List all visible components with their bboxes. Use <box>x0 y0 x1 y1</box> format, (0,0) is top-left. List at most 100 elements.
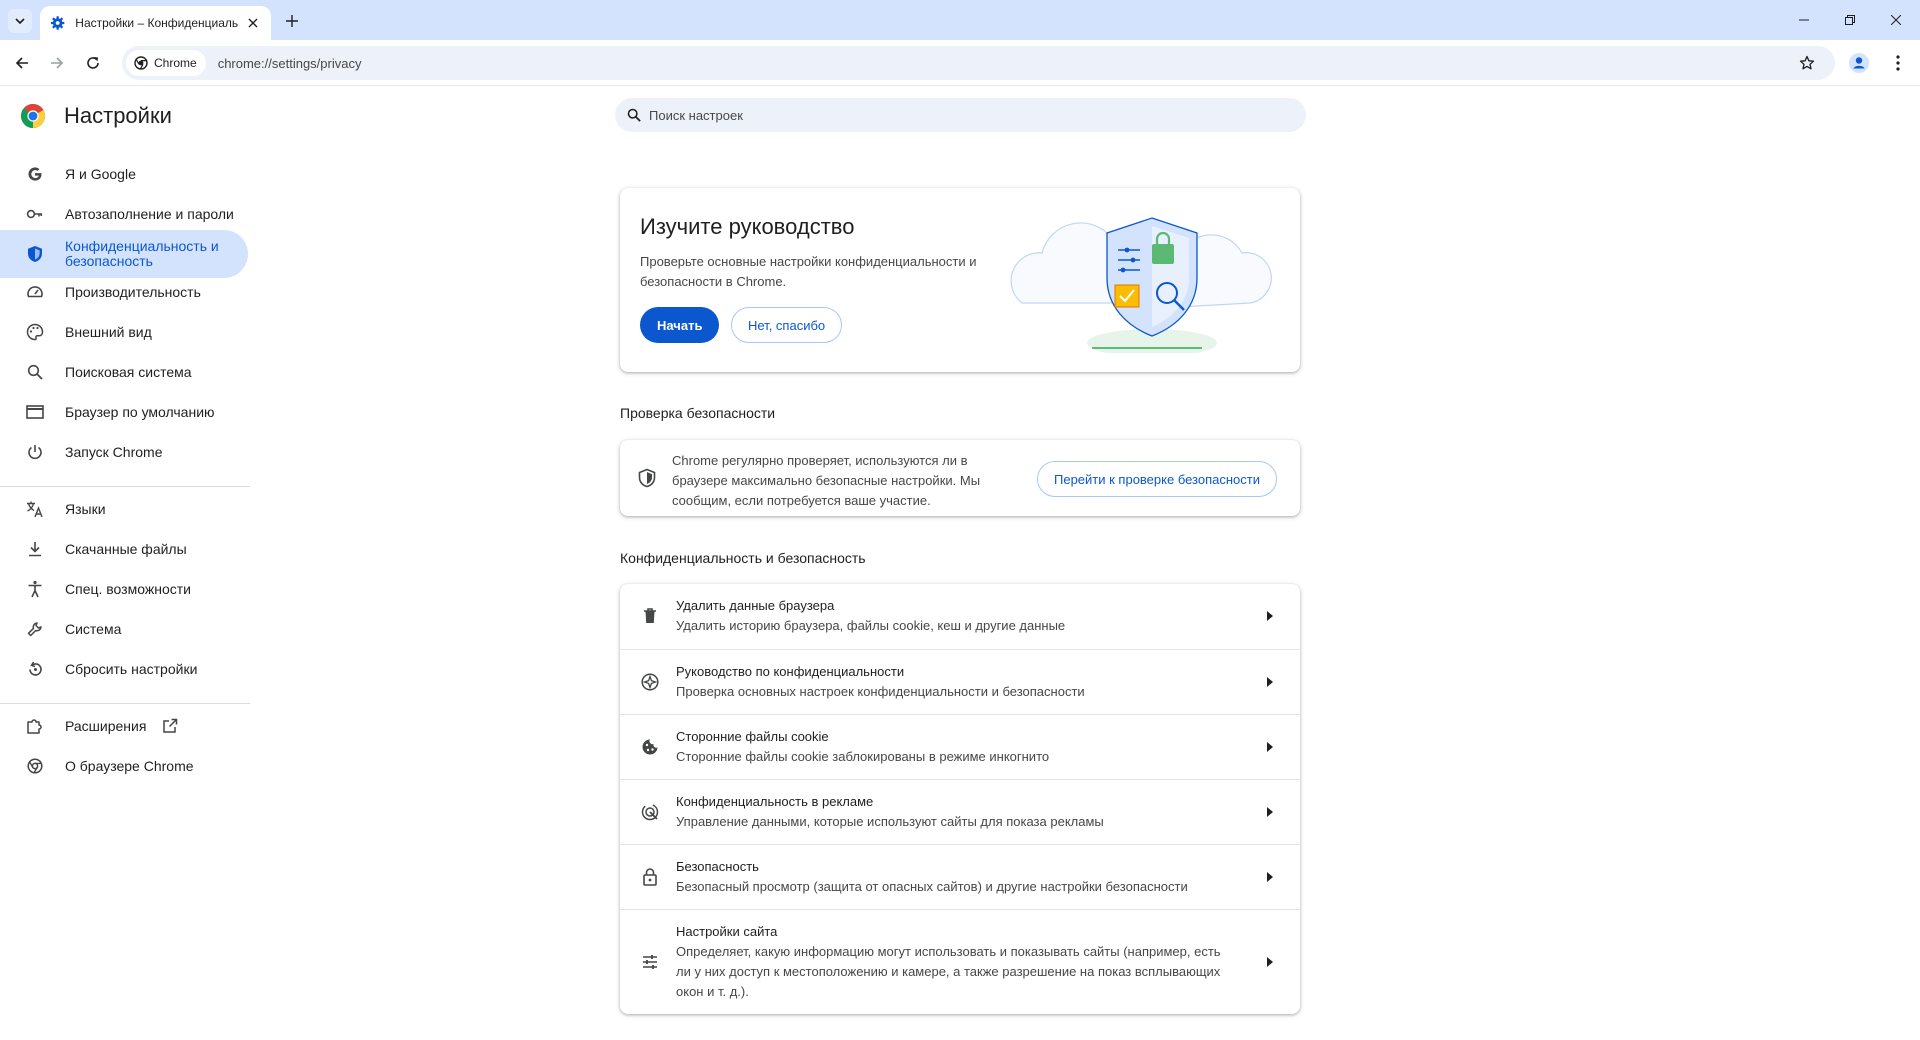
list-item-security[interactable]: Безопасность Безопасный просмотр (защита… <box>620 844 1300 909</box>
settings-gear-icon <box>50 16 65 30</box>
wrench-icon <box>26 620 44 638</box>
reload-button[interactable] <box>81 51 105 75</box>
list-item-ad-privacy[interactable]: Конфиденциальность в рекламе Управление … <box>620 779 1300 844</box>
site-info-chip[interactable]: Chrome <box>126 50 206 76</box>
privacy-guide-promo-card: Изучите руководство Проверьте основные н… <box>620 188 1300 372</box>
settings-search[interactable] <box>615 98 1306 132</box>
forward-button[interactable] <box>45 51 69 75</box>
close-window-button[interactable] <box>1873 0 1919 40</box>
list-item-third-party-cookies[interactable]: Сторонние файлы cookie Сторонние файлы c… <box>620 714 1300 779</box>
accessibility-icon <box>26 580 44 598</box>
profile-button[interactable] <box>1847 51 1871 75</box>
more-vert-icon <box>1896 55 1900 71</box>
lock-icon <box>640 867 660 887</box>
title-bar: Настройки – Конфиденциальность и безопас… <box>0 0 1920 40</box>
tab-title: Настройки – Конфиденциальность и безопас… <box>75 16 238 30</box>
trash-icon <box>640 606 660 626</box>
shield-icon <box>26 245 44 263</box>
compass-icon <box>640 672 660 692</box>
power-icon <box>26 443 44 461</box>
bookmark-button[interactable] <box>1795 51 1819 75</box>
list-item-site-settings[interactable]: Настройки сайта Определяет, какую информ… <box>620 909 1300 1014</box>
new-tab-button[interactable] <box>280 9 304 33</box>
palette-icon <box>26 323 44 341</box>
browser-window-icon <box>26 403 44 421</box>
menu-button[interactable] <box>1886 51 1910 75</box>
download-icon <box>26 540 44 558</box>
nav-item-on-startup[interactable]: Запуск Chrome <box>0 428 248 476</box>
back-arrow-icon <box>15 57 28 69</box>
arrow-right-icon <box>1262 869 1278 885</box>
row-title: Сторонние файлы cookie <box>676 729 829 744</box>
close-window-icon <box>1891 15 1901 25</box>
minimize-button[interactable] <box>1781 0 1827 40</box>
settings-title: Настройки <box>64 103 172 128</box>
row-subtitle: Удалить историю браузера, файлы cookie, … <box>676 618 1066 633</box>
privacy-security-heading: Конфиденциальность и безопасность <box>620 550 866 566</box>
no-thanks-button[interactable]: Нет, спасибо <box>731 307 843 343</box>
list-item-clear-browsing-data[interactable]: Удалить данные браузера Удалить историю … <box>620 584 1300 649</box>
address-bar[interactable]: Chrome chrome://settings/privacy <box>122 46 1835 80</box>
star-icon <box>1799 55 1815 70</box>
translate-icon <box>26 500 44 518</box>
row-title: Безопасность <box>676 859 759 874</box>
restore-icon <box>1845 15 1855 25</box>
profile-icon <box>1849 53 1869 73</box>
arrow-right-icon <box>1262 954 1278 970</box>
tab-search-icon <box>15 18 25 25</box>
active-tab[interactable]: Настройки – Конфиденциальность и безопас… <box>40 6 271 40</box>
tab-search-button[interactable] <box>8 9 32 33</box>
puzzle-icon <box>26 717 44 735</box>
row-subtitle: Проверка основных настроек конфиденциаль… <box>676 684 1085 699</box>
key-icon <box>26 205 44 223</box>
nav-item-about-chrome[interactable]: О браузере Chrome <box>0 742 248 790</box>
tune-icon <box>640 952 660 972</box>
chrome-logo-icon <box>134 56 148 70</box>
safety-shield-icon <box>638 468 656 488</box>
row-title: Удалить данные браузера <box>676 598 835 613</box>
chip-label: Chrome <box>154 56 197 70</box>
row-title: Руководство по конфиденциальности <box>676 664 905 679</box>
guide-description: Проверьте основные настройки конфиденциа… <box>640 254 977 289</box>
restore-button[interactable] <box>1827 0 1873 40</box>
go-to-safety-check-button[interactable]: Перейти к проверке безопасности <box>1037 461 1278 497</box>
search-input[interactable] <box>649 107 1249 123</box>
search-icon <box>26 363 44 381</box>
privacy-security-list: Удалить данные браузера Удалить историю … <box>620 584 1300 1014</box>
search-icon <box>627 108 641 122</box>
row-subtitle: Управление данными, которые используют с… <box>676 814 1104 829</box>
plus-icon <box>286 15 298 27</box>
list-item-privacy-guide[interactable]: Руководство по конфиденциальности Провер… <box>620 649 1300 714</box>
safety-check-card: Chrome регулярно проверяет, используются… <box>620 440 1300 516</box>
reload-icon <box>87 57 99 69</box>
arrow-right-icon <box>1262 674 1278 690</box>
arrow-right-icon <box>1262 608 1278 624</box>
google-g-icon <box>26 165 44 183</box>
row-subtitle: Определяет, какую информацию могут испол… <box>676 944 1221 999</box>
safety-check-text: Chrome регулярно проверяет, используются… <box>672 453 981 508</box>
speedometer-icon <box>26 283 44 301</box>
start-guide-button[interactable]: Начать <box>640 307 720 343</box>
cookie-icon <box>640 737 660 757</box>
row-title: Конфиденциальность в рекламе <box>676 794 874 809</box>
chrome-color-logo-icon <box>20 103 46 128</box>
close-icon <box>248 18 258 28</box>
browser-toolbar: Chrome chrome://settings/privacy <box>0 40 1920 86</box>
reset-icon <box>26 660 44 678</box>
settings-brand: Настройки <box>20 103 172 129</box>
ad-privacy-icon <box>640 802 660 822</box>
nav-item-reset[interactable]: Сбросить настройки <box>0 645 248 693</box>
row-subtitle: Сторонние файлы cookie заблокированы в р… <box>676 749 1050 764</box>
privacy-guide-illustration <box>1010 217 1272 353</box>
row-title: Настройки сайта <box>676 924 778 939</box>
minimize-icon <box>1799 19 1809 21</box>
safety-check-heading: Проверка безопасности <box>620 405 776 421</box>
back-button[interactable] <box>10 51 34 75</box>
arrow-right-icon <box>1262 804 1278 820</box>
tab-close-button[interactable] <box>246 15 261 31</box>
row-subtitle: Безопасный просмотр (защита от опасных с… <box>676 879 1188 894</box>
forward-arrow-icon <box>51 57 64 69</box>
url-text[interactable]: chrome://settings/privacy <box>218 56 362 71</box>
chrome-outline-icon <box>26 757 44 775</box>
external-link-icon <box>162 718 178 734</box>
